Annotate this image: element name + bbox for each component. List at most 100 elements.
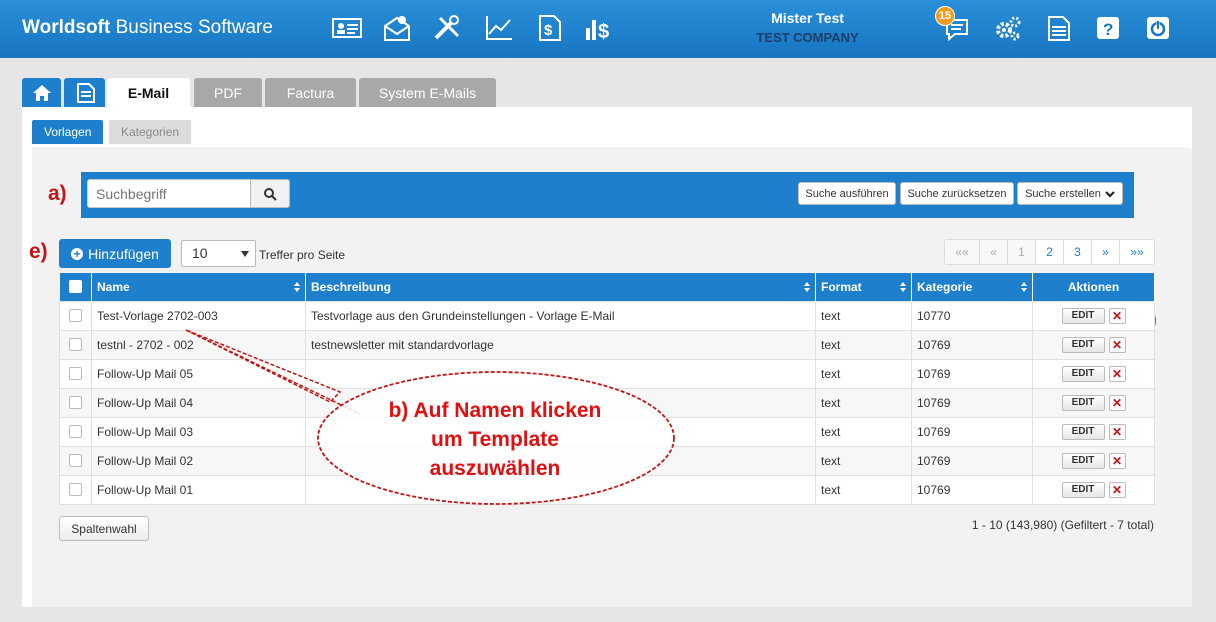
template-name-link[interactable]: Follow-Up Mail 04 — [91, 387, 306, 418]
per-page-value: 10 — [192, 245, 208, 261]
callout-line: auszuwählen — [429, 457, 561, 480]
subtab-vorlagen[interactable]: Vorlagen — [32, 120, 104, 144]
mail-settings-icon[interactable] — [380, 12, 414, 44]
column-select-button[interactable]: Spaltenwahl — [59, 516, 149, 541]
svg-text:$: $ — [598, 21, 609, 42]
template-format: text — [815, 474, 912, 505]
template-category: 10769 — [911, 358, 1033, 389]
callout-line: b) Auf Namen klicken — [388, 399, 602, 422]
template-name-link[interactable]: Follow-Up Mail 02 — [91, 445, 306, 476]
row-checkbox[interactable] — [69, 338, 82, 351]
delete-button[interactable]: ✕ — [1108, 481, 1126, 498]
svg-text:?: ? — [1103, 20, 1113, 39]
callout-text: b) Auf Namen klicken um Template auszuwä… — [350, 396, 640, 483]
delete-button[interactable]: ✕ — [1108, 307, 1126, 324]
page-prev[interactable]: « — [980, 240, 1008, 264]
results-info: 1 - 10 (143,980) (Gefiltert - 7 total) — [971, 518, 1154, 532]
create-search-button[interactable]: Suche erstellen — [1017, 182, 1123, 205]
page-last[interactable]: »» — [1120, 240, 1154, 264]
edit-button[interactable]: EDIT — [1061, 307, 1105, 324]
brand-logo[interactable]: Worldsoft Business Software — [22, 17, 273, 39]
run-search-button[interactable]: Suche ausführen — [798, 182, 896, 205]
edit-button[interactable]: EDIT — [1061, 336, 1105, 353]
templates-icon[interactable] — [1041, 12, 1075, 44]
template-name-link[interactable]: Follow-Up Mail 05 — [91, 358, 306, 389]
edit-button[interactable]: EDIT — [1061, 481, 1105, 498]
delete-button[interactable]: ✕ — [1108, 452, 1126, 469]
page-1[interactable]: 1 — [1008, 240, 1036, 264]
delete-button[interactable]: ✕ — [1108, 394, 1126, 411]
edit-button[interactable]: EDIT — [1061, 423, 1105, 440]
template-format: text — [815, 387, 912, 418]
template-name-link[interactable]: Follow-Up Mail 01 — [91, 474, 306, 505]
template-name-link[interactable]: Follow-Up Mail 03 — [91, 416, 306, 447]
search-input[interactable] — [87, 179, 251, 208]
template-category: 10769 — [911, 416, 1033, 447]
dollar-doc-icon[interactable]: $ — [532, 12, 566, 44]
table-row: testnl - 2702 - 002 testnewsletter mit s… — [59, 329, 1155, 360]
contact-card-icon[interactable] — [330, 12, 364, 44]
page-next[interactable]: » — [1092, 240, 1120, 264]
chart-icon[interactable] — [482, 12, 516, 44]
svg-text:$: $ — [544, 22, 553, 39]
stats-dollar-icon[interactable]: $ — [582, 12, 616, 44]
delete-button[interactable]: ✕ — [1108, 365, 1126, 382]
tab-system-emails[interactable]: System E-Mails — [359, 78, 496, 107]
home-tab[interactable] — [22, 78, 61, 107]
edit-button[interactable]: EDIT — [1061, 365, 1105, 382]
template-format: text — [815, 329, 912, 360]
tab-email[interactable]: E-Mail — [107, 78, 190, 108]
template-category: 10770 — [911, 300, 1033, 331]
chevron-down-icon — [1105, 190, 1115, 198]
delete-button[interactable]: ✕ — [1108, 336, 1126, 353]
user-info[interactable]: Mister Test TEST COMPANY — [740, 10, 875, 45]
edit-button[interactable]: EDIT — [1061, 452, 1105, 469]
page-3[interactable]: 3 — [1064, 240, 1092, 264]
template-description: testnewsletter mit standardvorlage — [305, 329, 816, 360]
add-button-label: Hinzufügen — [88, 245, 159, 262]
select-all-header[interactable] — [59, 273, 92, 301]
callout-line: um Template — [431, 428, 559, 451]
col-name[interactable]: Name — [91, 273, 306, 301]
page-first[interactable]: «« — [945, 240, 980, 264]
col-description[interactable]: Beschreibung — [305, 273, 816, 301]
row-checkbox[interactable] — [69, 396, 82, 409]
row-checkbox[interactable] — [69, 454, 82, 467]
templates-tab[interactable] — [64, 78, 105, 107]
search-button[interactable] — [250, 179, 290, 208]
per-page-select[interactable]: 10 — [181, 240, 256, 267]
template-category: 10769 — [911, 474, 1033, 505]
delete-button[interactable]: ✕ — [1108, 423, 1126, 440]
power-icon[interactable] — [1141, 12, 1175, 44]
pagination: «« « 1 2 3 » »» — [944, 239, 1155, 265]
help-icon[interactable]: ? — [1091, 12, 1125, 44]
tab-pdf[interactable]: PDF — [194, 78, 262, 107]
row-checkbox[interactable] — [69, 425, 82, 438]
page-2[interactable]: 2 — [1036, 240, 1064, 264]
col-category[interactable]: Kategorie — [911, 273, 1033, 301]
per-page-label: Treffer pro Seite — [259, 248, 346, 262]
row-checkbox[interactable] — [69, 367, 82, 380]
tab-factura[interactable]: Factura — [265, 78, 356, 107]
template-category: 10769 — [911, 445, 1033, 476]
col-format[interactable]: Format — [815, 273, 912, 301]
notification-badge[interactable]: 15 — [935, 6, 955, 26]
edit-button[interactable]: EDIT — [1061, 394, 1105, 411]
template-format: text — [815, 300, 912, 331]
template-category: 10769 — [911, 329, 1033, 360]
table-row: Test-Vorlage 2702-003 Testvorlage aus de… — [59, 300, 1155, 331]
select-all-checkbox[interactable] — [68, 280, 82, 294]
template-name-link[interactable]: testnl - 2702 - 002 — [91, 329, 306, 360]
template-name-link[interactable]: Test-Vorlage 2702-003 — [91, 300, 306, 331]
subtab-kategorien[interactable]: Kategorien — [109, 120, 192, 144]
row-checkbox[interactable] — [69, 483, 82, 496]
add-button[interactable]: + Hinzufügen — [59, 239, 171, 268]
row-checkbox[interactable] — [69, 309, 82, 322]
tools-icon[interactable] — [430, 12, 464, 44]
home-icon — [32, 84, 51, 101]
company-name: TEST COMPANY — [756, 30, 859, 45]
settings-icon[interactable] — [991, 12, 1025, 44]
user-name: Mister Test — [771, 10, 844, 26]
create-search-label: Suche erstellen — [1025, 187, 1101, 200]
reset-search-button[interactable]: Suche zurücksetzen — [900, 182, 1014, 205]
